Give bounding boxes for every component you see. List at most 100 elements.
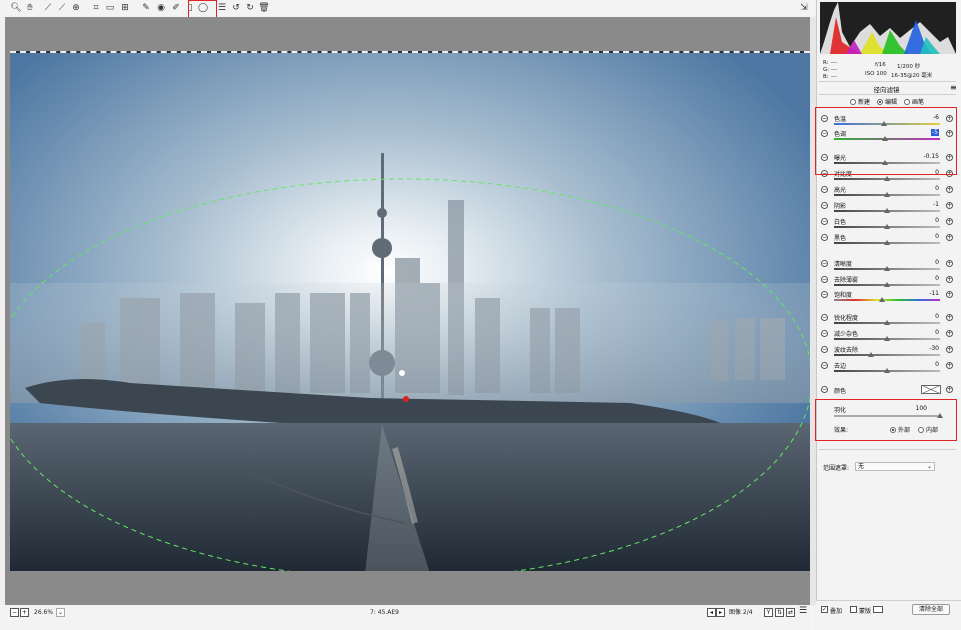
decrease-icon[interactable]: −	[821, 234, 828, 241]
slider-thumb[interactable]	[884, 336, 890, 341]
filter-pin-white[interactable]	[399, 370, 405, 376]
mode-edit-radio[interactable]	[877, 98, 883, 105]
decrease-icon[interactable]: −	[821, 186, 828, 193]
spot-removal-icon[interactable]: ✎	[140, 2, 152, 14]
color-label: 颜色	[834, 388, 847, 395]
slider-thumb[interactable]	[884, 208, 890, 213]
slider-value[interactable]: 0	[909, 361, 939, 368]
increase-icon[interactable]: +	[946, 291, 953, 298]
mode-new-radio[interactable]	[850, 98, 856, 105]
filter-pin-red[interactable]	[403, 396, 409, 402]
slider-value[interactable]: 0	[909, 313, 939, 320]
slider-row: − 去边 0 +	[821, 360, 957, 375]
fullscreen-icon[interactable]: ⇲	[798, 2, 810, 14]
zoom-level[interactable]: 26.6%	[34, 608, 53, 618]
straighten-icon[interactable]: ▭	[104, 2, 116, 14]
overlay-checkbox[interactable]: ✓	[821, 606, 828, 613]
preview-canvas[interactable]	[5, 17, 815, 605]
mode-new[interactable]: 新建	[850, 97, 870, 106]
slider-value[interactable]: -30	[909, 345, 939, 352]
increase-icon[interactable]: +	[946, 260, 953, 267]
slider-thumb[interactable]	[884, 266, 890, 271]
slider-value[interactable]: -11	[909, 290, 939, 297]
zoom-out-icon[interactable]: −	[10, 608, 19, 617]
increase-icon[interactable]: +	[946, 362, 953, 369]
slider-value[interactable]: 0	[909, 329, 939, 336]
slider-thumb[interactable]	[868, 352, 875, 357]
increase-icon[interactable]: +	[946, 314, 953, 321]
increase-icon[interactable]: +	[946, 218, 953, 225]
before-after-y-button[interactable]: Y	[764, 608, 773, 617]
slider-value[interactable]: 0	[909, 259, 939, 266]
increase-icon[interactable]: +	[946, 346, 953, 353]
slider-value[interactable]: 0	[909, 185, 939, 192]
preview-settings-icon[interactable]: ☰	[799, 606, 807, 616]
decrease-icon[interactable]: −	[821, 291, 828, 298]
slider-thumb[interactable]	[884, 240, 890, 245]
clear-all-button[interactable]: 清除全部	[912, 604, 950, 615]
panel-menu-icon[interactable]: ≡	[950, 83, 957, 92]
decrease-icon[interactable]: −	[821, 330, 828, 337]
preferences-icon[interactable]: ☰	[216, 2, 228, 14]
color-swatch[interactable]	[921, 385, 941, 394]
slider-value[interactable]: 0	[909, 275, 939, 282]
adjustment-brush-icon[interactable]: ✐	[170, 2, 182, 14]
slider-thumb[interactable]	[884, 368, 890, 373]
increase-icon[interactable]: +	[946, 330, 953, 337]
mask-color-swatch[interactable]	[873, 606, 883, 613]
slider-track[interactable]	[834, 354, 940, 356]
slider-thumb[interactable]	[884, 192, 890, 197]
decrease-icon[interactable]: −	[821, 276, 828, 283]
slider-thumb[interactable]	[884, 176, 890, 181]
slider-track[interactable]	[834, 299, 940, 301]
mode-edit[interactable]: 编辑	[877, 97, 897, 106]
zoom-dropdown-icon[interactable]: ⌄	[56, 608, 65, 617]
slider-row: − 饱和度 -11 +	[821, 289, 957, 304]
prev-image-icon[interactable]: ◂	[707, 608, 716, 617]
slider-thumb[interactable]	[884, 282, 890, 287]
mask-checkbox[interactable]	[850, 606, 857, 613]
slider-value[interactable]: -1	[909, 201, 939, 208]
slider-value[interactable]: 0	[909, 233, 939, 240]
increase-icon[interactable]: +	[946, 234, 953, 241]
status-bar: − + 26.6% ⌄ 7: 45.AE9 ◂ ▸ 图像 2/4 Y ⇅ ⇄ ☰	[0, 605, 815, 630]
mode-brush-radio[interactable]	[904, 98, 910, 105]
decrease-icon[interactable]: −	[821, 362, 828, 369]
decrease-icon[interactable]: −	[821, 314, 828, 321]
decrease-icon[interactable]: −	[821, 218, 828, 225]
color-sampler-icon[interactable]: ⟋	[56, 2, 68, 14]
hand-icon[interactable]: ✋︎	[24, 2, 36, 14]
slider-value[interactable]: 0	[909, 217, 939, 224]
mode-new-label: 新建	[858, 99, 871, 106]
decrease-icon[interactable]: −	[821, 202, 828, 209]
color-increase-icon[interactable]: +	[946, 386, 953, 393]
increase-icon[interactable]: +	[946, 186, 953, 193]
slider-row: − 锐化程度 0 +	[821, 312, 957, 327]
crop-icon[interactable]: ⌗	[90, 2, 102, 14]
transform-icon[interactable]: ⊞	[119, 2, 131, 14]
swap-icon[interactable]: ⇅	[775, 608, 784, 617]
slider-thumb[interactable]	[878, 297, 885, 302]
decrease-icon[interactable]: −	[821, 260, 828, 267]
slider-thumb[interactable]	[884, 320, 890, 325]
increase-icon[interactable]: +	[946, 276, 953, 283]
color-decrease-icon[interactable]: −	[821, 386, 828, 393]
white-balance-icon[interactable]: ⟋	[42, 2, 54, 14]
increase-icon[interactable]: +	[946, 202, 953, 209]
slider-thumb[interactable]	[884, 224, 890, 229]
red-eye-icon[interactable]: ◉	[155, 2, 167, 14]
divider	[819, 81, 956, 82]
coordinate-readout: 7: 45.AE9	[370, 609, 400, 616]
range-mask-select[interactable]: 无 ⌄	[855, 462, 935, 471]
decrease-icon[interactable]: −	[821, 346, 828, 353]
zoom-in-icon[interactable]: +	[20, 608, 29, 617]
rotate-right-icon[interactable]: ↻	[244, 2, 256, 14]
copy-settings-icon[interactable]: ⇄	[786, 608, 795, 617]
rotate-left-icon[interactable]: ↺	[230, 2, 242, 14]
next-image-icon[interactable]: ▸	[716, 608, 725, 617]
zoom-icon[interactable]: 🔍︎	[10, 2, 22, 14]
mode-brush[interactable]: 画笔	[904, 97, 924, 106]
target-adjust-icon[interactable]: ⊕	[70, 2, 82, 14]
color-row: − 颜色 +	[821, 384, 957, 399]
trash-icon[interactable]: 🗑︎	[258, 2, 270, 14]
